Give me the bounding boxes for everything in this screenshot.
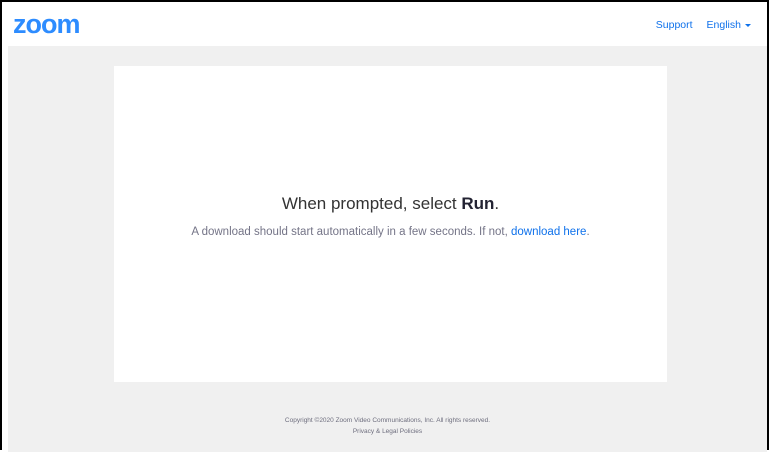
download-card: When prompted, select Run. A download sh… [114, 66, 667, 382]
page-footer: Copyright ©2020 Zoom Video Communication… [8, 415, 767, 437]
support-link[interactable]: Support [656, 19, 693, 31]
caret-down-icon [745, 23, 751, 27]
headline-run-word: Run [461, 194, 495, 213]
top-header: zoom Support English [2, 2, 767, 46]
copyright-text: Copyright ©2020 Zoom Video Communication… [284, 417, 491, 424]
instructions-text: A download should start automatically in… [191, 226, 511, 238]
privacy-legal-link[interactable]: Privacy & Legal Policies [8, 426, 767, 437]
header-nav: Support English [656, 19, 751, 31]
headline-period: . [494, 194, 500, 213]
zoom-logo[interactable]: zoom [13, 10, 80, 38]
main-content-area: When prompted, select Run. A download sh… [8, 46, 767, 452]
headline-text: When prompted, select [281, 194, 462, 213]
browser-page: zoom Support English When prompted, sele… [0, 0, 769, 452]
language-dropdown[interactable]: English [707, 19, 751, 31]
language-label: English [706, 19, 741, 31]
download-here-link[interactable]: download here [511, 226, 586, 238]
download-instructions: A download should start automatically in… [114, 226, 667, 238]
page-headline: When prompted, select Run. [114, 194, 667, 214]
instructions-period: . [586, 226, 590, 238]
